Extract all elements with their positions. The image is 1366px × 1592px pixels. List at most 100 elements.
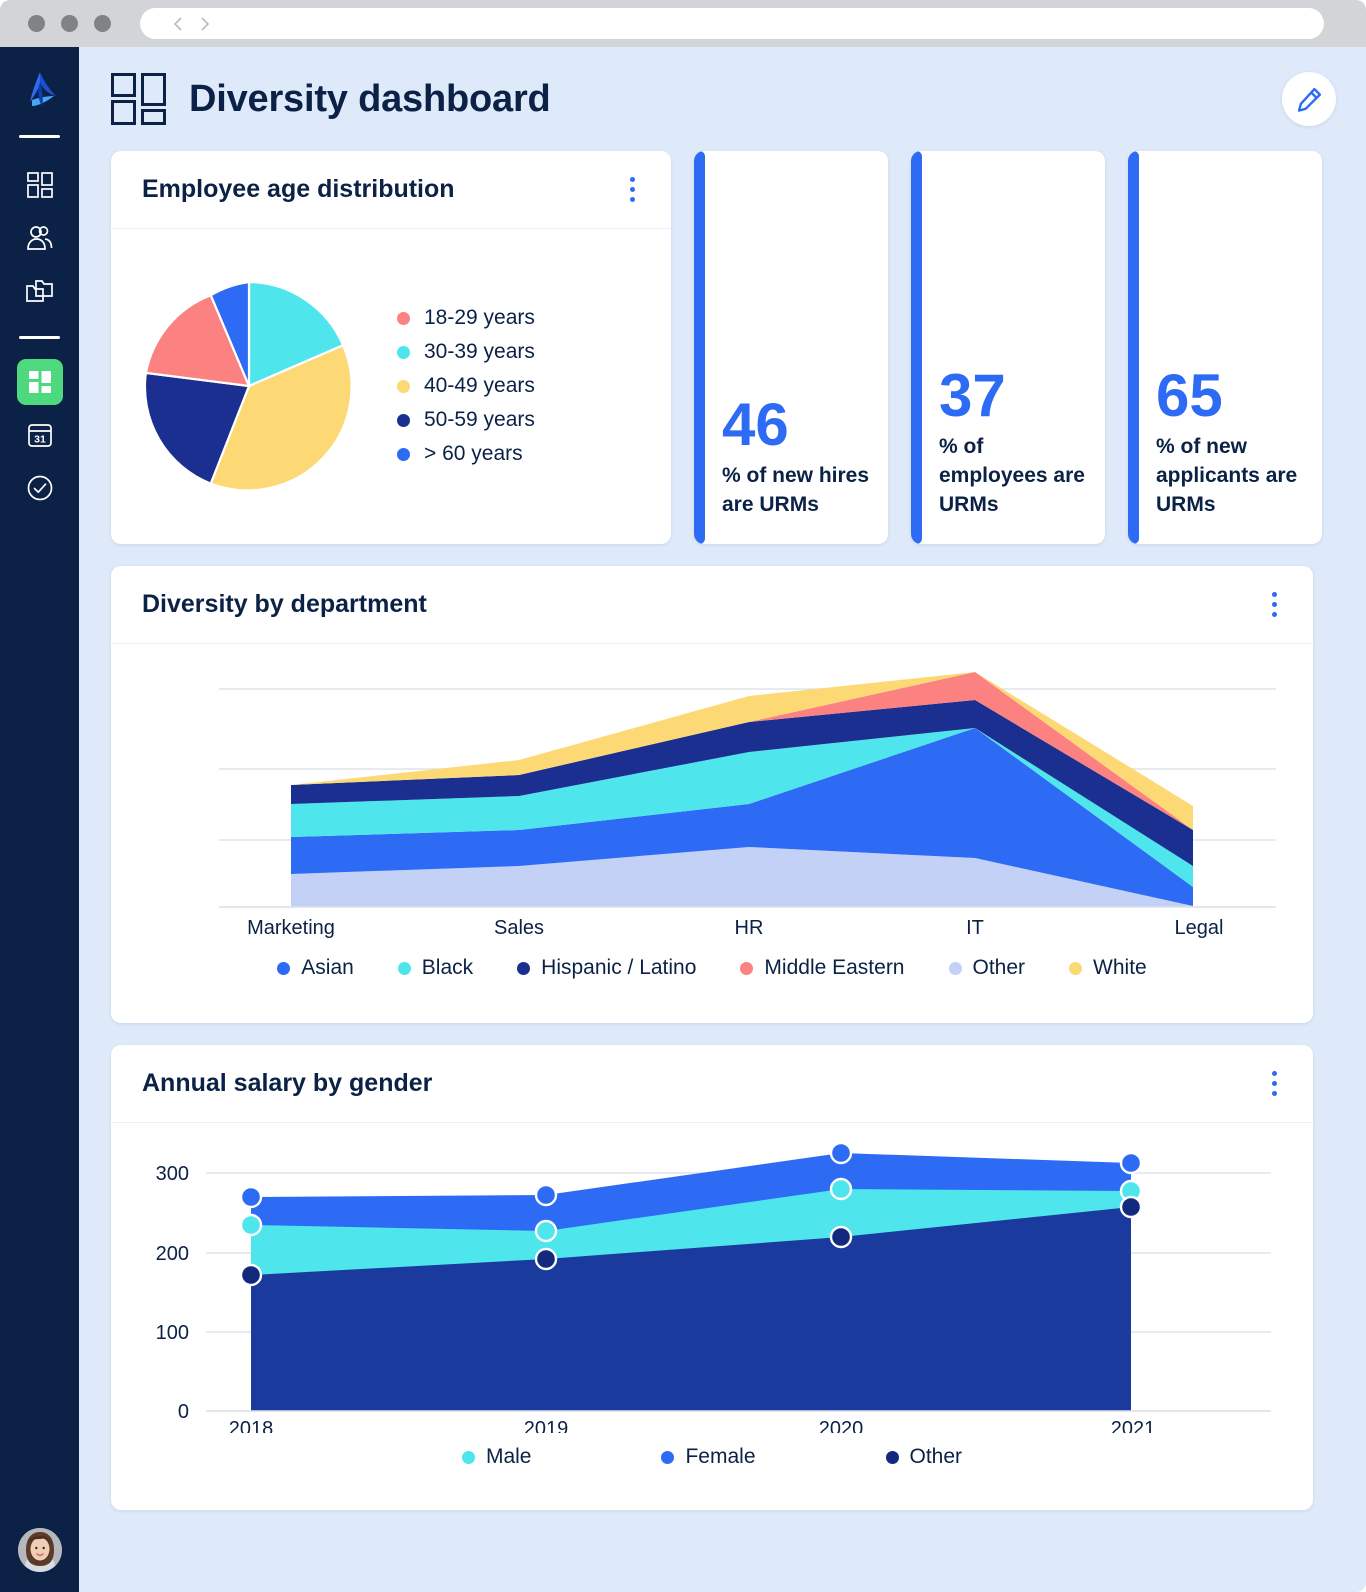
page-title: Diversity dashboard [189,77,551,120]
brand-logo[interactable] [20,70,60,114]
summary-row: Employee age distribution 18-29 years 30… [79,151,1366,544]
folders-icon [26,280,53,302]
age-pie-legend: 18-29 years 30-39 years 40-49 years 50-5… [397,301,535,471]
x-tick-label: 2021 [1111,1418,1156,1433]
legend-item[interactable]: 40-49 years [397,369,535,403]
legend-label: 40-49 years [424,374,535,397]
sidebar-item-boards[interactable] [16,359,63,405]
salary-card-menu-button[interactable] [1261,1068,1287,1100]
x-tick-label: Sales [494,917,544,939]
legend-swatch-icon [517,961,531,975]
users-icon [27,225,53,250]
legend-item[interactable]: Male [461,1440,532,1474]
avatar-photo [18,1528,62,1572]
grid-filled-icon [28,371,51,393]
age-card-title: Employee age distribution [142,175,455,203]
x-tick-label: 2018 [229,1418,274,1433]
legend-item[interactable]: Hispanic / Latino [517,951,696,985]
y-tick-label: 0 [178,1401,189,1423]
legend-swatch-icon [397,311,410,325]
kpi-label: % of new hires are URMs [722,464,870,517]
user-avatar[interactable] [18,1528,62,1572]
legend-item[interactable]: Female [661,1440,756,1474]
legend-swatch-icon [397,961,411,975]
legend-label: 18-29 years [424,306,535,329]
kpi-label: % of new applicants are URMs [1156,435,1298,517]
legend-label: Other [909,1445,963,1468]
sidebar-item-tasks[interactable] [17,465,63,511]
department-chart-legend: Asian Black Hispanic / Latino Middle Eas… [111,951,1313,985]
x-tick-label: 2020 [819,1418,864,1433]
legend-label: Middle Eastern [764,956,905,979]
kpi-value: 37 [939,361,1006,429]
legend-swatch-icon [397,447,410,461]
legend-swatch-icon [397,345,410,359]
age-card-body: 18-29 years 30-39 years 40-49 years 50-5… [111,229,671,543]
kpi-card-employees: 37 % of employees are URMs [911,151,1105,544]
salary-card-header: Annual salary by gender [111,1045,1313,1123]
legend-item[interactable]: Black [397,951,474,985]
calendar-day-number: 31 [34,434,46,446]
close-window-button[interactable] [28,15,45,32]
browser-nav-buttons[interactable] [168,13,215,35]
legend-swatch-icon [461,1450,475,1464]
back-chevron-icon[interactable] [168,13,190,35]
legend-swatch-icon [661,1450,675,1464]
sidebar-item-people[interactable] [17,215,63,261]
window-controls[interactable] [28,15,111,32]
legend-item[interactable]: White [1069,951,1147,985]
legend-swatch-icon [948,961,962,975]
age-card-header: Employee age distribution [111,151,671,229]
diversity-by-department-card: Diversity by department Marketing Sales … [111,566,1313,1023]
legend-item[interactable]: Other [885,1440,963,1474]
legend-item[interactable]: 50-59 years [397,403,535,437]
age-distribution-card: Employee age distribution 18-29 years 30… [111,151,671,544]
minimize-window-button[interactable] [61,15,78,32]
edit-dashboard-button[interactable] [1282,72,1336,126]
legend-item[interactable]: 18-29 years [397,301,535,335]
legend-label: Other [972,956,1026,979]
legend-swatch-icon [277,961,291,975]
x-tick-label: IT [966,917,984,939]
legend-item[interactable]: 30-39 years [397,335,535,369]
legend-label: Asian [301,956,354,979]
maximize-window-button[interactable] [94,15,111,32]
department-area-chart: Marketing Sales HR IT Legal Asian Black … [111,644,1313,985]
x-tick-label: HR [735,917,764,939]
department-card-header: Diversity by department [111,566,1313,644]
legend-swatch-icon [885,1450,899,1464]
grid-icon [26,172,53,198]
salary-area-chart: 300 200 100 0 2018 2019 2020 2021 Male F… [111,1123,1313,1474]
legend-item[interactable]: > 60 years [397,437,535,471]
legend-swatch-icon [1069,961,1083,975]
legend-label: Black [421,956,474,979]
kpi-label: % of employees are URMs [939,435,1085,517]
legend-label: Male [485,1445,532,1468]
age-card-menu-button[interactable] [619,174,645,206]
legend-swatch-icon [397,413,410,427]
x-tick-label: Marketing [247,917,335,939]
legend-swatch-icon [740,961,754,975]
kpi-card-new-hires: 46 % of new hires are URMs [694,151,888,544]
sidebar-divider-top [19,135,60,138]
legend-item[interactable]: Middle Eastern [740,951,905,985]
department-card-title: Diversity by department [142,590,427,618]
page-content: Diversity dashboard Employee age distrib… [79,47,1366,1592]
salary-card-title: Annual salary by gender [142,1069,433,1097]
salary-chart-legend: Male Female Other [111,1440,1313,1474]
legend-item[interactable]: Asian [277,951,354,985]
legend-label: Female [685,1445,756,1468]
kpi-value: 46 [722,390,789,458]
y-tick-label: 100 [156,1322,189,1344]
sidebar-item-calendar[interactable]: 31 [17,412,63,458]
check-circle-icon [27,475,52,501]
x-tick-label: 2019 [524,1418,569,1433]
y-tick-label: 200 [156,1243,189,1265]
sidebar-item-dashboard[interactable] [17,162,63,208]
sidebar-item-projects[interactable] [17,268,63,314]
department-card-menu-button[interactable] [1261,589,1287,621]
address-bar[interactable] [140,8,1324,39]
y-tick-label: 300 [156,1163,189,1185]
forward-chevron-icon[interactable] [193,13,215,35]
legend-item[interactable]: Other [948,951,1026,985]
